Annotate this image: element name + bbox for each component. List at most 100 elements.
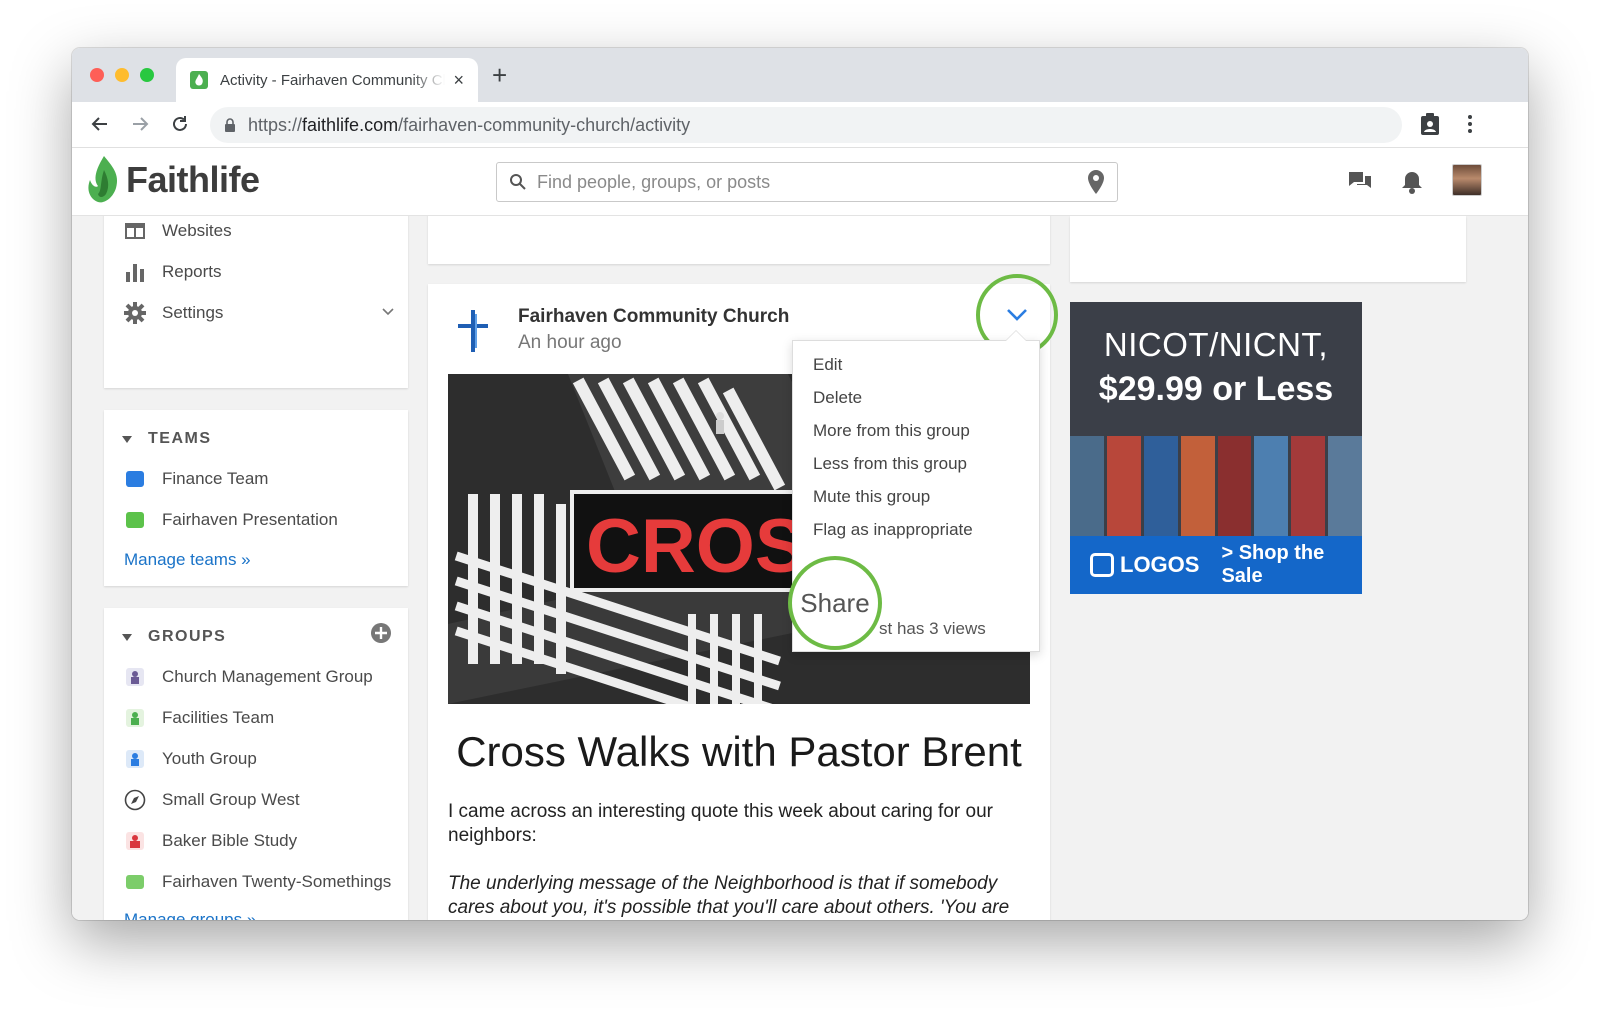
sidebar-item-label: Finance Team <box>162 469 269 488</box>
sidebar-item-label: Small Group West <box>162 790 300 809</box>
group-icon <box>124 748 146 770</box>
address-bar[interactable]: https://faithlife.com/fairhaven-communit… <box>210 107 1402 143</box>
cross-icon <box>458 310 488 352</box>
bar-chart-icon <box>124 261 146 283</box>
manage-teams-link[interactable]: Manage teams » <box>124 550 251 570</box>
groups-heading: GROUPS <box>148 628 227 645</box>
new-tab-button[interactable]: + <box>492 62 507 88</box>
teams-card: TEAMS Finance Team Fairhaven Presentatio… <box>104 410 408 586</box>
bell-icon <box>1402 172 1422 194</box>
post-title[interactable]: Cross Walks with Pastor Brent <box>448 728 1030 776</box>
websites-icon <box>124 220 146 242</box>
url-host: faithlife.com <box>302 114 399 135</box>
sidebar-item-reports[interactable]: Reports <box>124 259 222 285</box>
browser-toolbar: https://faithlife.com/fairhaven-communit… <box>72 102 1528 148</box>
sidebar-item-church-management-group[interactable]: Church Management Group <box>124 664 373 690</box>
post-time[interactable]: An hour ago <box>518 332 622 354</box>
url-path: /fairhaven-community-church/activity <box>398 114 691 135</box>
sidebar-item-fairhaven-presentation[interactable]: Fairhaven Presentation <box>124 507 338 533</box>
group-icon <box>124 830 146 852</box>
sidebar-item-label: Settings <box>162 303 224 322</box>
teams-heading: TEAMS <box>148 430 212 447</box>
groups-section-toggle[interactable]: GROUPS <box>122 628 226 646</box>
sidebar-item-label: Facilities Team <box>162 708 275 727</box>
search-icon <box>510 174 526 190</box>
tab-title: Activity - Fairhaven Community Church <box>220 71 445 89</box>
collapse-triangle-icon <box>122 633 132 641</box>
faithlife-favicon-icon <box>190 71 208 89</box>
tab-close-icon[interactable]: × <box>453 70 464 91</box>
compass-icon <box>124 789 146 811</box>
reload-button[interactable] <box>166 110 194 138</box>
collapse-triangle-icon <box>122 435 132 443</box>
sidebar-item-websites[interactable]: Websites <box>124 218 232 244</box>
user-avatar[interactable] <box>1452 164 1482 196</box>
sidebar-item-fairhaven-twenty-somethings[interactable]: Fairhaven Twenty-Somethings <box>124 869 391 895</box>
post-views-count: st has 3 views <box>879 619 986 638</box>
post-quote: The underlying message of the Neighborho… <box>448 873 1010 918</box>
group-icon <box>124 871 146 893</box>
group-icon <box>124 707 146 729</box>
menu-item-less-from-group[interactable]: Less from this group <box>813 454 967 474</box>
faithlife-logo[interactable]: Faithlife <box>86 156 260 204</box>
team-icon <box>124 509 146 531</box>
menu-item-delete[interactable]: Delete <box>813 388 862 408</box>
menu-item-share[interactable]: Share <box>788 556 882 650</box>
arrow-right-icon <box>133 117 149 131</box>
sidebar-item-label: Reports <box>162 262 222 281</box>
add-group-icon[interactable] <box>370 622 392 644</box>
chat-bubbles-icon <box>1349 172 1371 188</box>
maximize-window-button[interactable] <box>140 68 154 82</box>
shop-the-sale-link[interactable]: > Shop the Sale <box>1221 542 1342 588</box>
menu-item-flag-inappropriate[interactable]: Flag as inappropriate <box>813 520 973 540</box>
flame-logo-icon <box>88 156 118 203</box>
notifications-button[interactable] <box>1398 168 1426 196</box>
sidebar-item-settings[interactable]: Settings <box>124 300 223 326</box>
logos-mark-icon <box>1090 553 1114 577</box>
chevron-down-icon <box>1007 309 1027 321</box>
site-header: Faithlife <box>72 148 1528 216</box>
arrow-left-icon <box>91 117 107 131</box>
browser-tab-activity[interactable]: Activity - Fairhaven Community Church × <box>176 58 478 102</box>
post-options-button[interactable] <box>1002 300 1032 330</box>
menu-item-mute-group[interactable]: Mute this group <box>813 487 930 507</box>
ad-price: $29.99 or Less <box>1098 370 1334 408</box>
extension-button[interactable] <box>1416 110 1444 138</box>
lock-icon <box>225 118 235 132</box>
sidebar-item-label: Fairhaven Presentation <box>162 510 338 529</box>
sidebar-item-youth-group[interactable]: Youth Group <box>124 746 257 772</box>
back-button[interactable] <box>86 110 114 138</box>
menu-item-edit[interactable]: Edit <box>813 355 842 375</box>
chevron-down-icon[interactable] <box>382 308 394 316</box>
browser-menu-button[interactable] <box>1456 110 1484 138</box>
messages-button[interactable] <box>1346 168 1374 196</box>
url-text: https://faithlife.com/fairhaven-communit… <box>248 115 690 136</box>
group-icon <box>124 666 146 688</box>
post-author[interactable]: Fairhaven Community Church <box>518 306 789 328</box>
close-window-button[interactable] <box>90 68 104 82</box>
faithlife-page: Faithlife Websites Reports <box>72 148 1528 920</box>
sidebar-item-finance-team[interactable]: Finance Team <box>124 466 268 492</box>
admin-nav-card: Websites Reports Settings <box>104 208 408 388</box>
post-body: I came across an interesting quote this … <box>448 801 993 846</box>
forward-button[interactable] <box>126 110 154 138</box>
gear-icon <box>124 302 146 324</box>
ad-books-image <box>1070 436 1362 536</box>
sidebar-item-facilities-team[interactable]: Facilities Team <box>124 705 274 731</box>
sidebar-item-small-group-west[interactable]: Small Group West <box>124 787 300 813</box>
sidebar-item-label: Fairhaven Twenty-Somethings <box>162 872 392 891</box>
minimize-window-button[interactable] <box>115 68 129 82</box>
sidebar-item-baker-bible-study[interactable]: Baker Bible Study <box>124 828 297 854</box>
menu-item-more-from-group[interactable]: More from this group <box>813 421 970 441</box>
ad-headline: NICOT/NICNT, <box>1103 326 1329 363</box>
search-input[interactable] <box>537 171 1087 193</box>
teams-section-toggle[interactable]: TEAMS <box>122 430 212 448</box>
team-icon <box>124 468 146 490</box>
logos-ad[interactable]: NICOT/NICNT, $29.99 or Less LOGOS > Shop… <box>1070 302 1362 594</box>
manage-groups-link[interactable]: Manage groups » <box>124 910 256 920</box>
location-pin-icon[interactable] <box>1087 170 1105 194</box>
logos-brand-text: LOGOS <box>1120 552 1200 577</box>
menu-caret <box>1005 330 1027 341</box>
sidebar-item-label: Websites <box>162 221 232 240</box>
tab-strip: Activity - Fairhaven Community Church × … <box>72 48 1528 102</box>
